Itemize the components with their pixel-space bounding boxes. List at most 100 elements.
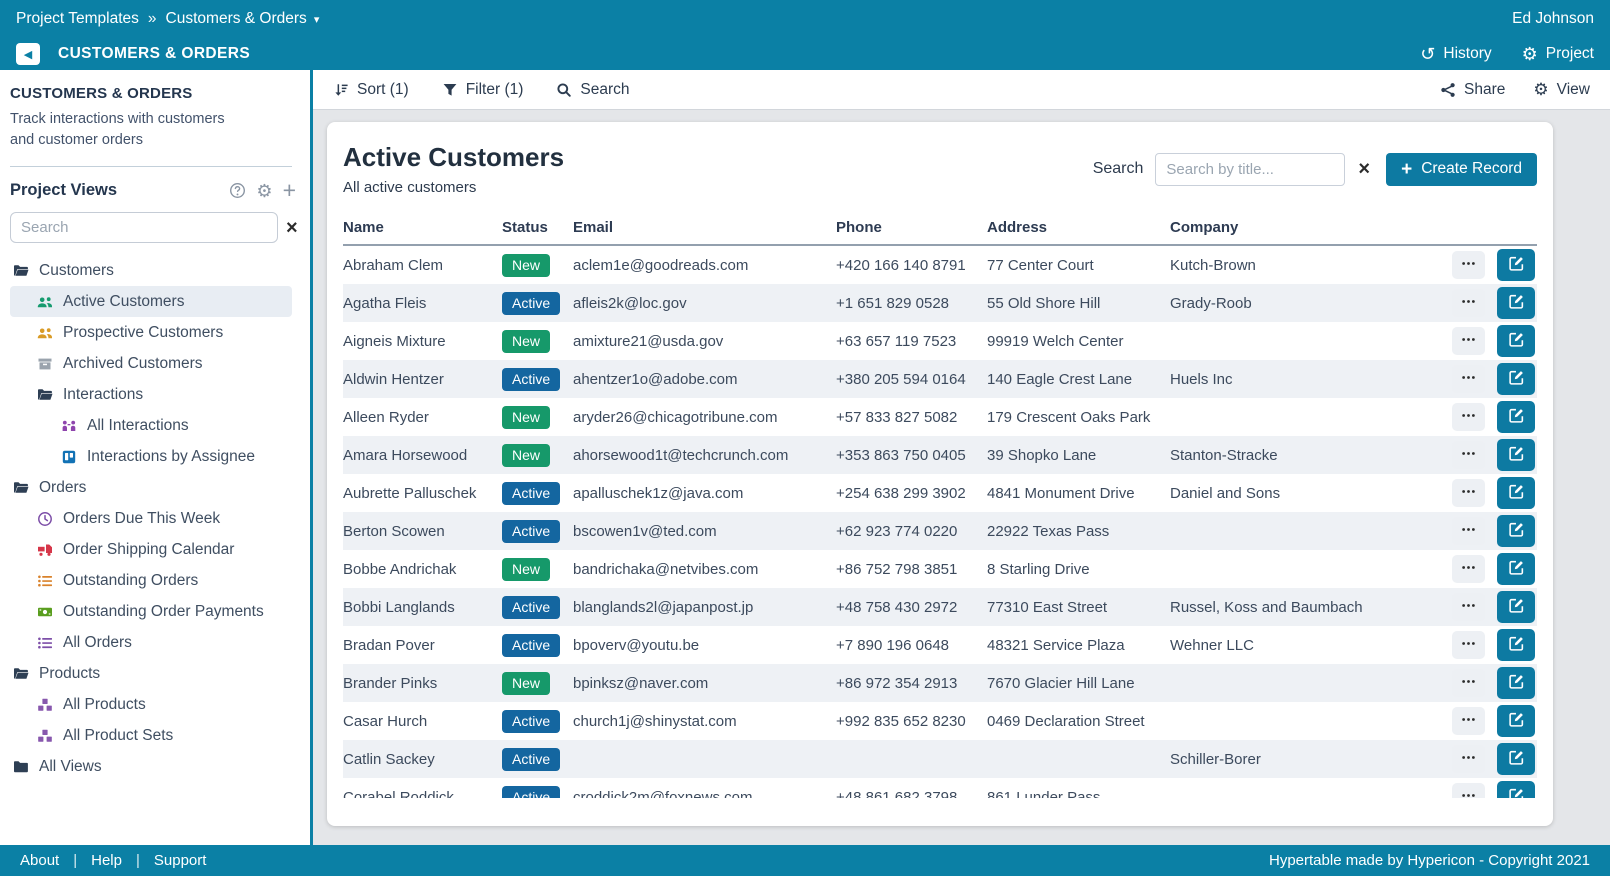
row-edit-button[interactable] (1497, 325, 1535, 357)
row-menu-button[interactable] (1452, 289, 1485, 317)
row-menu-button[interactable] (1452, 517, 1485, 545)
row-menu-button[interactable] (1452, 251, 1485, 279)
row-edit-button[interactable] (1497, 553, 1535, 585)
row-edit-button[interactable] (1497, 363, 1535, 395)
project-views-tree: CustomersActive Customers Prospective Cus… (10, 255, 300, 782)
sidebar-item-active-customers[interactable]: Active Customers (10, 286, 292, 317)
sidebar-item-customers[interactable]: Customers (10, 255, 292, 286)
status-badge: Active (502, 482, 560, 505)
breadcrumb-current[interactable]: Customers & Orders (166, 10, 307, 28)
row-edit-button[interactable] (1497, 439, 1535, 471)
sidebar-item-order-shipping-calendar[interactable]: Order Shipping Calendar (10, 534, 292, 565)
sidebar-item-label: Archived Customers (63, 355, 203, 373)
sidebar-item-interactions[interactable]: Interactions (10, 379, 292, 410)
sidebar-item-all-product-sets[interactable]: All Product Sets (10, 720, 292, 751)
row-menu-button[interactable] (1452, 669, 1485, 697)
clear-x-icon[interactable]: × (286, 218, 298, 238)
row-edit-button[interactable] (1497, 743, 1535, 775)
row-menu-button[interactable] (1452, 365, 1485, 393)
row-menu-button[interactable] (1452, 783, 1485, 798)
status-badge: Active (502, 520, 560, 543)
sidebar-item-all-interactions[interactable]: All Interactions (10, 410, 292, 441)
cell-name: Casar Hurch (343, 713, 502, 730)
edit-pencil-square-icon (1508, 597, 1525, 617)
gear-icon: ⚙ (1533, 81, 1548, 98)
plus-icon[interactable]: + (283, 182, 296, 199)
row-edit-button[interactable] (1497, 629, 1535, 661)
row-menu-button[interactable] (1452, 403, 1485, 431)
sidebar-item-products[interactable]: Products (10, 658, 292, 689)
table-row: Agatha FleisActiveafleis2k@loc.gov+1 651… (343, 284, 1537, 322)
filter-button[interactable]: Filter (1) (442, 81, 524, 99)
search-button[interactable]: Search (556, 81, 629, 99)
create-record-button[interactable]: + Create Record (1386, 153, 1537, 186)
status-badge: Active (502, 368, 560, 391)
edit-pencil-square-icon (1508, 483, 1525, 503)
table-row: Bradan PoverActivebpoverv@youtu.be+7 890… (343, 626, 1537, 664)
row-menu-button[interactable] (1452, 707, 1485, 735)
ellipsis-icon (1460, 673, 1477, 693)
row-edit-button[interactable] (1497, 477, 1535, 509)
row-menu-button[interactable] (1452, 327, 1485, 355)
view-settings-button[interactable]: ⚙ View (1533, 81, 1590, 99)
back-button[interactable]: ◀ (16, 43, 40, 65)
footer-link-support[interactable]: Support (154, 852, 207, 869)
cell-address: 861 Lunder Pass (987, 789, 1170, 799)
cell-name: Bradan Pover (343, 637, 502, 654)
ellipsis-icon (1460, 787, 1477, 798)
row-menu-button[interactable] (1452, 479, 1485, 507)
row-edit-button[interactable] (1497, 249, 1535, 281)
clear-x-icon[interactable]: × (1358, 159, 1370, 179)
row-menu-button[interactable] (1452, 441, 1485, 469)
record-search-input[interactable] (1155, 153, 1345, 186)
footer-link-about[interactable]: About (20, 852, 59, 869)
sidebar-item-label: Orders Due This Week (63, 510, 220, 528)
edit-pencil-square-icon (1508, 711, 1525, 731)
history-button[interactable]: ↺ History (1420, 45, 1491, 63)
status-badge: New (502, 672, 550, 695)
sidebar-item-all-products[interactable]: All Products (10, 689, 292, 720)
row-edit-button[interactable] (1497, 781, 1535, 798)
users-icon (36, 294, 54, 310)
row-menu-button[interactable] (1452, 631, 1485, 659)
project-views-header: Project Views ⚙ + (10, 181, 296, 200)
row-menu-button[interactable] (1452, 593, 1485, 621)
sidebar-item-outstanding-orders[interactable]: Outstanding Orders (10, 565, 292, 596)
row-edit-button[interactable] (1497, 705, 1535, 737)
sidebar-search-input[interactable] (10, 212, 278, 243)
caret-down-icon[interactable]: ▾ (314, 13, 320, 26)
row-edit-button[interactable] (1497, 591, 1535, 623)
sidebar-item-all-views[interactable]: All Views (10, 751, 292, 782)
row-menu-button[interactable] (1452, 555, 1485, 583)
help-circle-icon[interactable] (229, 182, 246, 199)
breadcrumb-bar: Project Templates » Customers & Orders ▾… (0, 0, 1610, 38)
share-button[interactable]: Share (1440, 81, 1505, 99)
sidebar-item-interactions-by-assignee[interactable]: Interactions by Assignee (10, 441, 292, 472)
project-settings-button[interactable]: ⚙ Project (1522, 45, 1594, 63)
sidebar-item-prospective-customers[interactable]: Prospective Customers (10, 317, 292, 348)
breadcrumb-root[interactable]: Project Templates (16, 10, 139, 28)
edit-pencil-square-icon (1508, 293, 1525, 313)
sidebar-item-archived-customers[interactable]: Archived Customers (10, 348, 292, 379)
footer-links: About|Help|Support (20, 852, 206, 869)
row-edit-button[interactable] (1497, 515, 1535, 547)
sidebar-item-outstanding-order-payments[interactable]: Outstanding Order Payments (10, 596, 292, 627)
sidebar: CUSTOMERS & ORDERS Track interactions wi… (0, 70, 313, 845)
sidebar-item-all-orders[interactable]: All Orders (10, 627, 292, 658)
cell-phone: +380 205 594 0164 (836, 371, 987, 388)
column-header-phone: Phone (836, 219, 987, 236)
sidebar-item-orders[interactable]: Orders (10, 472, 292, 503)
sidebar-item-orders-due-this-week[interactable]: Orders Due This Week (10, 503, 292, 534)
view-toolbar: Sort (1) Filter (1) Search Share ⚙ (313, 70, 1610, 110)
row-menu-button[interactable] (1452, 745, 1485, 773)
sort-button[interactable]: Sort (1) (333, 81, 409, 99)
row-edit-button[interactable] (1497, 287, 1535, 319)
row-edit-button[interactable] (1497, 401, 1535, 433)
gear-icon[interactable]: ⚙ (256, 182, 272, 200)
row-edit-button[interactable] (1497, 667, 1535, 699)
sidebar-item-label: Prospective Customers (63, 324, 223, 342)
user-name[interactable]: Ed Johnson (1512, 10, 1594, 28)
sort-amount-icon (333, 82, 349, 98)
footer-link-help[interactable]: Help (91, 852, 122, 869)
sidebar-item-label: All Views (39, 758, 102, 776)
